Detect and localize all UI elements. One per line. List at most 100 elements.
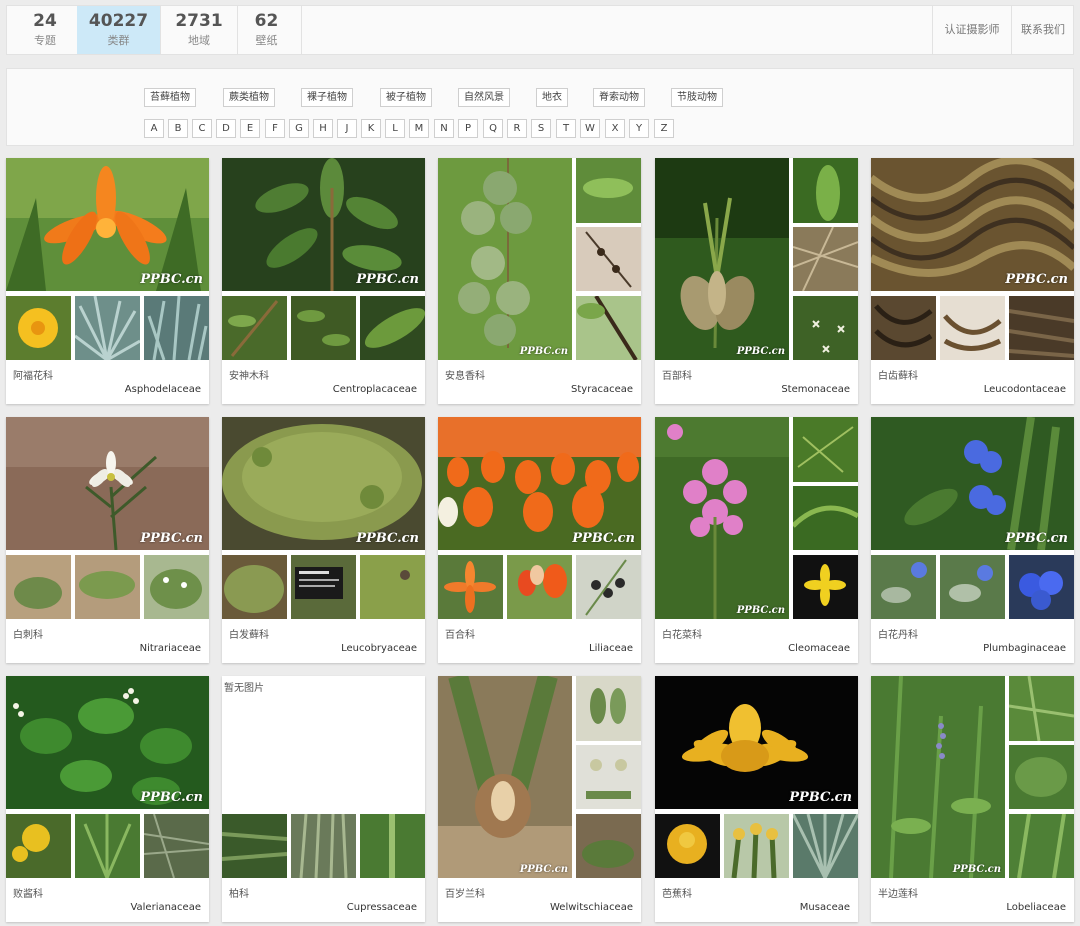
- stat-number: 24: [33, 11, 57, 31]
- family-card-styracaceae[interactable]: PPBC.cn 安息香科 Styracaceae: [438, 158, 641, 404]
- letter-e[interactable]: E: [240, 119, 260, 138]
- letter-a[interactable]: A: [144, 119, 164, 138]
- family-card-leucodontaceae[interactable]: PPBC.cn 白齿藓科 Leucodontaceae: [871, 158, 1074, 404]
- family-card-asphodelaceae[interactable]: PPBC.cn 阿福花科 Asphodelaceae: [6, 158, 209, 404]
- main-photo: PPBC.cn: [438, 676, 572, 878]
- letter-y[interactable]: Y: [629, 119, 649, 138]
- family-card-cleomaceae[interactable]: PPBC.cn 白花菜科 Cleomaceae: [655, 417, 858, 663]
- thumbnail: [793, 158, 858, 223]
- category-ferns[interactable]: 蕨类植物: [223, 88, 275, 107]
- letter-j[interactable]: J: [337, 119, 357, 138]
- main-photo: PPBC.cn: [6, 417, 209, 550]
- thumbnail: [144, 296, 209, 360]
- category-arthropods[interactable]: 节肢动物: [671, 88, 723, 107]
- family-chinese-name: 白发藓科: [229, 630, 269, 641]
- letter-h[interactable]: H: [313, 119, 333, 138]
- category-landscape[interactable]: 自然风景: [458, 88, 510, 107]
- thumbnail: [655, 814, 720, 878]
- main-photo: PPBC.cn: [438, 417, 641, 550]
- family-latin-name: Stemonaceae: [781, 384, 850, 395]
- family-card-plumbaginaceae[interactable]: PPBC.cn 白花丹科 Plumbaginaceae: [871, 417, 1074, 663]
- thumbnail: [1009, 745, 1074, 809]
- family-latin-name: Leucodontaceae: [983, 384, 1066, 395]
- family-card-stemonaceae[interactable]: PPBC.cn 百部科 Stemonaceae: [655, 158, 858, 404]
- main-photo: PPBC.cn: [222, 417, 425, 550]
- letter-c[interactable]: C: [192, 119, 212, 138]
- thumbnail: [360, 814, 425, 878]
- category-angiosperms[interactable]: 被子植物: [380, 88, 432, 107]
- letter-g[interactable]: G: [289, 119, 309, 138]
- stats-bar: 24 专题 40227 类群 2731 地域 62 壁纸 认证摄影师 联系我们: [6, 5, 1074, 55]
- family-card-nitrariaceae[interactable]: PPBC.cn 白刺科 Nitrariaceae: [6, 417, 209, 663]
- stat-label: 类群: [107, 34, 130, 47]
- thumbnail: [871, 555, 936, 619]
- family-card-centroplacaceae[interactable]: PPBC.cn 安神木科 Centroplacaceae: [222, 158, 425, 404]
- main-photo: PPBC.cn: [655, 158, 789, 360]
- main-photo: PPBC.cn: [655, 417, 789, 619]
- letter-b[interactable]: B: [168, 119, 188, 138]
- family-chinese-name: 白刺科: [13, 630, 43, 641]
- family-chinese-name: 百合科: [445, 630, 475, 641]
- stat-number: 62: [254, 11, 279, 31]
- stat-taxa[interactable]: 40227 类群: [77, 6, 161, 54]
- thumbnail: [1009, 814, 1074, 878]
- thumbnail: [6, 814, 71, 878]
- family-chinese-name: 白花菜科: [662, 630, 702, 641]
- letter-r[interactable]: R: [507, 119, 527, 138]
- main-photo-placeholder: 暂无图片: [222, 676, 425, 809]
- thumbnail: [144, 814, 209, 878]
- stat-regions[interactable]: 2731 地域: [161, 6, 238, 54]
- watermark: PPBC.cn: [519, 864, 568, 875]
- family-chinese-name: 白花丹科: [878, 630, 918, 641]
- family-latin-name: Liliaceae: [589, 643, 633, 654]
- letter-s[interactable]: S: [531, 119, 551, 138]
- family-card-cupressaceae[interactable]: 暂无图片 柏科 Cupressaceae: [222, 676, 425, 922]
- family-latin-name: Asphodelaceae: [124, 384, 201, 395]
- main-photo: PPBC.cn: [222, 158, 425, 291]
- family-card-lobeliaceae[interactable]: PPBC.cn 半边莲科 Lobeliaceae: [871, 676, 1074, 922]
- filter-panel: 苔藓植物 蕨类植物 裸子植物 被子植物 自然风景 地衣 脊索动物 节肢动物 A …: [6, 68, 1074, 146]
- main-photo: PPBC.cn: [871, 676, 1005, 878]
- thumbnail: [222, 555, 287, 619]
- watermark: PPBC.cn: [1005, 272, 1068, 287]
- letter-l[interactable]: L: [385, 119, 405, 138]
- stat-topics[interactable]: 24 专题: [7, 6, 84, 54]
- family-card-welwitschiaceae[interactable]: PPBC.cn 百岁兰科 Welwitschiaceae: [438, 676, 641, 922]
- letter-d[interactable]: D: [216, 119, 236, 138]
- family-latin-name: Plumbaginaceae: [983, 643, 1066, 654]
- main-photo: PPBC.cn: [655, 676, 858, 809]
- thumbnail: [576, 227, 641, 291]
- letter-q[interactable]: Q: [483, 119, 503, 138]
- watermark: PPBC.cn: [140, 790, 203, 805]
- thumbnail: [576, 745, 641, 809]
- thumbnail: [1009, 296, 1074, 360]
- letter-p[interactable]: P: [458, 119, 478, 138]
- family-card-leucobryaceae[interactable]: PPBC.cn 白发藓科 Leucobryaceae: [222, 417, 425, 663]
- contact-us-link[interactable]: 联系我们: [1011, 6, 1074, 54]
- family-latin-name: Styracaceae: [571, 384, 633, 395]
- category-bryophytes[interactable]: 苔藓植物: [144, 88, 196, 107]
- certified-photographer-link[interactable]: 认证摄影师: [932, 6, 1011, 54]
- letter-t[interactable]: T: [556, 119, 576, 138]
- category-chordates[interactable]: 脊索动物: [593, 88, 645, 107]
- family-card-musaceae[interactable]: PPBC.cn 芭蕉科 Musaceae: [655, 676, 858, 922]
- letter-f[interactable]: F: [265, 119, 285, 138]
- family-card-liliaceae[interactable]: PPBC.cn 百合科 Liliaceae: [438, 417, 641, 663]
- category-lichens[interactable]: 地衣: [536, 88, 568, 107]
- letter-m[interactable]: M: [409, 119, 429, 138]
- letter-n[interactable]: N: [434, 119, 454, 138]
- family-latin-name: Nitrariaceae: [139, 643, 201, 654]
- no-image-label: 暂无图片: [224, 683, 264, 694]
- category-gymnosperms[interactable]: 裸子植物: [301, 88, 353, 107]
- family-chinese-name: 阿福花科: [13, 371, 53, 382]
- watermark: PPBC.cn: [356, 531, 419, 546]
- stat-number: 2731: [175, 11, 223, 31]
- letter-w[interactable]: W: [580, 119, 600, 138]
- stat-label: 壁纸: [255, 34, 278, 47]
- family-chinese-name: 半边莲科: [878, 889, 918, 900]
- letter-z[interactable]: Z: [654, 119, 674, 138]
- letter-k[interactable]: K: [361, 119, 381, 138]
- family-card-valerianaceae[interactable]: PPBC.cn 败酱科 Valerianaceae: [6, 676, 209, 922]
- letter-x[interactable]: X: [605, 119, 625, 138]
- stat-wallpapers[interactable]: 62 壁纸: [232, 6, 302, 54]
